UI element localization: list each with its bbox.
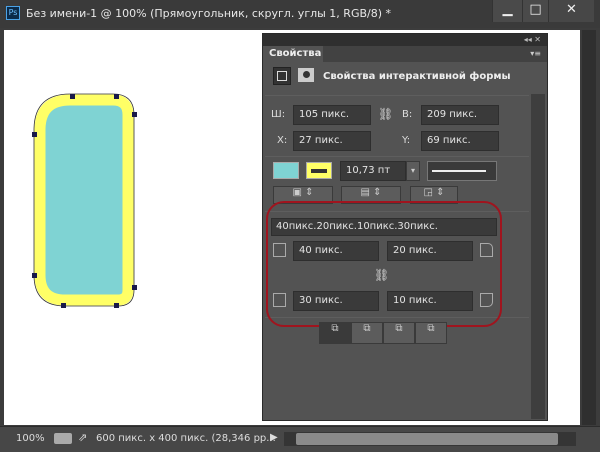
link-dimensions-icon[interactable]: ⛓	[378, 107, 393, 121]
combine-shapes-button[interactable]: ⧉	[319, 322, 351, 344]
close-button[interactable]: ✕	[548, 0, 594, 22]
y-input[interactable]: 69 пикс.	[421, 131, 499, 151]
properties-panel: ◂◂ ✕ Свойства ▾≡ Свойства интерактивной …	[262, 33, 548, 421]
window-title: Без имени-1 @ 100% (Прямоугольник, скруг…	[26, 7, 392, 20]
horizontal-scrollbar[interactable]	[284, 432, 576, 446]
panel-heading: Свойства интерактивной формы	[323, 71, 511, 82]
title-bar: Ps Без имени-1 @ 100% (Прямоугольник, ск…	[0, 0, 600, 28]
panel-menu-icon[interactable]: ▾≡	[530, 49, 541, 58]
highlight-annotation	[266, 201, 502, 327]
document-info[interactable]: 600 пикс. x 400 пикс. (28,346 pp...	[96, 433, 276, 444]
view-mode-icon[interactable]	[54, 433, 72, 444]
x-input[interactable]: 27 пикс.	[293, 131, 371, 151]
doc-info-menu-arrow[interactable]: ▶	[270, 432, 278, 443]
panel-scrollbar[interactable]	[531, 94, 545, 419]
subtract-shape-button[interactable]: ⧉	[351, 322, 383, 344]
fill-color-swatch[interactable]	[273, 162, 299, 179]
share-icon[interactable]: ⇗	[78, 431, 87, 444]
height-label: В:	[402, 109, 413, 120]
status-bar: 100% ⇗ 600 пикс. x 400 пикс. (28,346 pp.…	[0, 426, 600, 452]
width-input[interactable]: 105 пикс.	[293, 105, 371, 125]
y-label: Y:	[402, 135, 411, 146]
intersect-shape-button[interactable]: ⧉	[383, 322, 415, 344]
stroke-type-dropdown[interactable]	[427, 161, 497, 181]
minimize-button[interactable]: ▁	[492, 0, 522, 22]
stroke-color-swatch[interactable]	[306, 162, 332, 179]
zoom-level[interactable]: 100%	[16, 433, 45, 444]
tab-properties[interactable]: Свойства	[263, 46, 323, 62]
vertical-scrollbar[interactable]	[582, 30, 596, 425]
width-label: Ш:	[271, 109, 286, 120]
photoshop-app-icon: Ps	[6, 6, 20, 20]
x-label: X:	[277, 135, 288, 146]
stroke-width-dropdown[interactable]: ▾	[406, 161, 420, 181]
scrollbar-thumb[interactable]	[296, 433, 558, 445]
height-input[interactable]: 209 пикс.	[421, 105, 499, 125]
mask-properties-icon[interactable]	[298, 68, 314, 82]
exclude-shape-button[interactable]: ⧉	[415, 322, 447, 344]
stroke-width-input[interactable]: 10,73 пт	[340, 161, 406, 181]
maximize-button[interactable]: □	[522, 0, 548, 22]
panel-header-controls[interactable]: ◂◂ ✕	[263, 34, 547, 46]
shape-properties-icon[interactable]	[273, 67, 291, 85]
